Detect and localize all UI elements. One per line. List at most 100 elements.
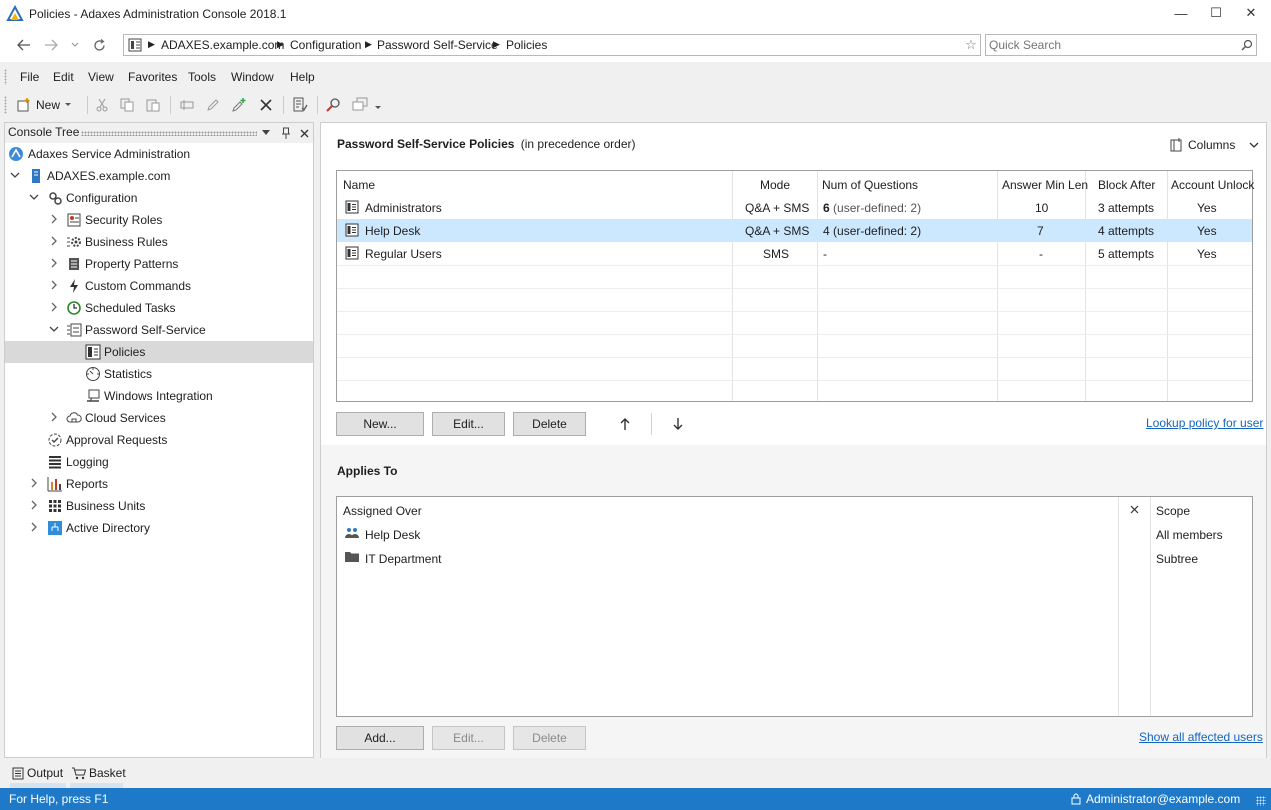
- cut-button[interactable]: [92, 95, 112, 115]
- new-button[interactable]: New: [16, 95, 72, 115]
- chevron-right-icon[interactable]: [29, 522, 39, 534]
- table-row[interactable]: Administrators Q&A + SMS 6 (user-defined…: [337, 196, 1252, 219]
- chevron-down-icon[interactable]: [10, 170, 20, 182]
- menu-edit[interactable]: Edit: [53, 70, 74, 84]
- quick-search-input[interactable]: [989, 38, 1229, 52]
- find-button[interactable]: [323, 95, 343, 115]
- back-button[interactable]: [13, 36, 35, 54]
- output-tab[interactable]: Output: [12, 764, 63, 782]
- window-title: Policies - Adaxes Administration Console…: [29, 7, 287, 21]
- chevron-right-icon[interactable]: [49, 302, 59, 314]
- header-mode[interactable]: Mode: [760, 178, 790, 192]
- edit-button[interactable]: [203, 95, 223, 115]
- chevron-down-icon[interactable]: [29, 192, 39, 204]
- pin-icon[interactable]: [280, 126, 292, 140]
- history-dropdown-button[interactable]: [64, 36, 86, 54]
- header-account-unlock[interactable]: Account Unlock: [1171, 178, 1254, 192]
- chevron-right-icon[interactable]: [49, 412, 59, 424]
- breadcrumb-domain[interactable]: ADAXES.example.com: [161, 38, 284, 52]
- status-help-text: For Help, press F1: [9, 792, 109, 806]
- header-scope[interactable]: Scope: [1156, 504, 1190, 518]
- tree-item-adaxes-example-com[interactable]: ADAXES.example.com: [5, 165, 313, 187]
- copy-button[interactable]: [117, 95, 137, 115]
- tree-item-cloud-services[interactable]: Cloud Services: [5, 407, 313, 429]
- header-num-questions[interactable]: Num of Questions: [822, 178, 918, 192]
- chevron-right-icon[interactable]: [49, 280, 59, 292]
- breadcrumb-policies[interactable]: Policies: [506, 38, 547, 52]
- menu-favorites[interactable]: Favorites: [128, 70, 177, 84]
- chevron-right-icon[interactable]: [49, 258, 59, 270]
- tree-item-scheduled-tasks[interactable]: Scheduled Tasks: [5, 297, 313, 319]
- properties-button[interactable]: [290, 95, 310, 115]
- table-row[interactable]: Regular Users SMS - - 5 attempts Yes: [337, 242, 1252, 265]
- tree-item-business-rules[interactable]: Business Rules: [5, 231, 313, 253]
- refresh-button[interactable]: [88, 36, 110, 54]
- menu-view[interactable]: View: [88, 70, 114, 84]
- table-row-selected[interactable]: Help Desk Q&A + SMS 4 (user-defined: 2) …: [337, 219, 1252, 242]
- table-row[interactable]: IT Department Subtree: [337, 546, 1252, 570]
- chevron-down-icon[interactable]: [374, 105, 382, 113]
- tree-item-security-roles[interactable]: Security Roles: [5, 209, 313, 231]
- tree-item-business-units[interactable]: Business Units: [5, 495, 313, 517]
- tree-item-configuration[interactable]: Configuration: [5, 187, 313, 209]
- add-assignment-button[interactable]: Add...: [336, 726, 424, 750]
- chevron-right-icon[interactable]: [29, 500, 39, 512]
- header-assigned-over[interactable]: Assigned Over: [343, 504, 422, 518]
- close-window-button[interactable]: ✕: [1234, 0, 1268, 26]
- tree-item-policies[interactable]: Policies: [5, 341, 313, 363]
- cell-mode: Q&A + SMS: [745, 201, 810, 215]
- tree-item-password-self-service[interactable]: Password Self-Service: [5, 319, 313, 341]
- menu-tools[interactable]: Tools: [188, 70, 216, 84]
- chevron-right-icon[interactable]: [49, 236, 59, 248]
- basket-tab[interactable]: Basket: [72, 764, 126, 782]
- favorite-star-icon[interactable]: ☆: [964, 37, 978, 52]
- multi-view-button[interactable]: [350, 95, 370, 115]
- delete-button[interactable]: [256, 95, 276, 115]
- edit-assignment-button[interactable]: Edit...: [432, 726, 505, 750]
- tree-item-reports[interactable]: Reports: [5, 473, 313, 495]
- menu-help[interactable]: Help: [290, 70, 315, 84]
- delete-assignment-button[interactable]: Delete: [513, 726, 586, 750]
- edit-policy-button[interactable]: Edit...: [432, 412, 505, 436]
- delete-policy-button[interactable]: Delete: [513, 412, 586, 436]
- quick-search-box[interactable]: [985, 34, 1257, 56]
- tree-item-property-patterns[interactable]: Property Patterns: [5, 253, 313, 275]
- minimize-button[interactable]: —: [1164, 0, 1198, 26]
- chevron-right-icon[interactable]: [29, 478, 39, 490]
- edit-properties-button[interactable]: [229, 95, 249, 115]
- remove-column-icon[interactable]: [1129, 504, 1139, 514]
- show-affected-users-link[interactable]: Show all affected users: [1139, 730, 1263, 744]
- header-block-after[interactable]: Block After: [1098, 178, 1155, 192]
- table-row[interactable]: Help Desk All members: [337, 522, 1252, 546]
- breadcrumb-configuration[interactable]: Configuration: [290, 38, 361, 52]
- tree-item-custom-commands[interactable]: Custom Commands: [5, 275, 313, 297]
- header-answer-min-len[interactable]: Answer Min Len: [1002, 178, 1088, 192]
- tree-item-statistics[interactable]: Statistics: [5, 363, 313, 385]
- tree-item-windows-integration[interactable]: Windows Integration: [5, 385, 313, 407]
- menu-file[interactable]: File: [20, 70, 39, 84]
- resize-grip[interactable]: [1256, 796, 1266, 806]
- new-policy-button[interactable]: New...: [336, 412, 424, 436]
- close-icon[interactable]: [298, 126, 310, 140]
- chevron-right-icon[interactable]: [49, 214, 59, 226]
- move-down-icon[interactable]: [670, 415, 686, 433]
- move-up-icon[interactable]: [617, 415, 633, 433]
- tree-item-approval-requests[interactable]: Approval Requests: [5, 429, 313, 451]
- header-name[interactable]: Name: [343, 178, 375, 192]
- columns-button[interactable]: Columns: [1170, 138, 1259, 152]
- cell-block-after: 5 attempts: [1098, 247, 1155, 261]
- breadcrumb-password-self-service[interactable]: Password Self-Service: [377, 38, 498, 52]
- tree-item-logging[interactable]: Logging: [5, 451, 313, 473]
- search-icon[interactable]: [1240, 38, 1254, 52]
- chevron-down-icon[interactable]: [49, 324, 59, 336]
- menu-window[interactable]: Window: [231, 70, 274, 84]
- rename-button[interactable]: [177, 95, 197, 115]
- forward-button[interactable]: [40, 36, 62, 54]
- address-bar[interactable]: ▶ ADAXES.example.com ▶ Configuration ▶ P…: [123, 34, 981, 56]
- chevron-down-icon[interactable]: [261, 127, 271, 139]
- paste-button[interactable]: [143, 95, 163, 115]
- lookup-policy-link[interactable]: Lookup policy for user: [1146, 416, 1263, 430]
- maximize-button[interactable]: ☐: [1199, 0, 1233, 26]
- tree-item-adaxes-service-administration[interactable]: Adaxes Service Administration: [5, 143, 313, 165]
- tree-item-active-directory[interactable]: Active Directory: [5, 517, 313, 539]
